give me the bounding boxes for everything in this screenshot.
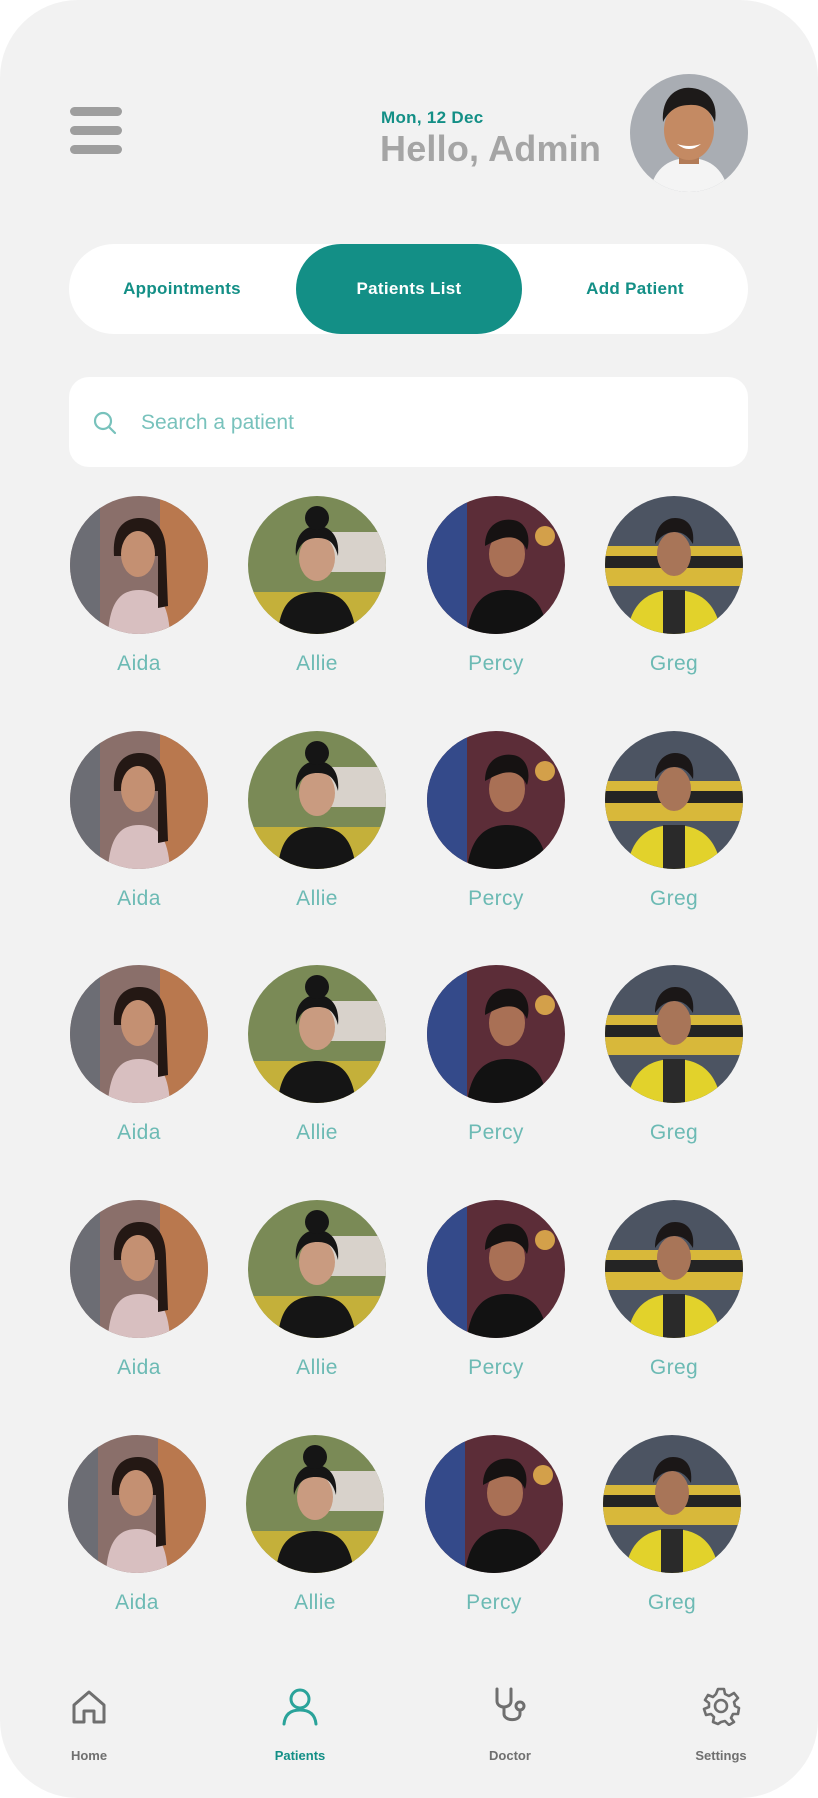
patient-name: Percy bbox=[466, 1591, 522, 1614]
patient-name: Allie bbox=[294, 1591, 336, 1614]
search-icon bbox=[93, 411, 117, 435]
segmented-tabs: Appointments Patients List Add Patient bbox=[69, 244, 748, 334]
greeting-title: Hello, Admin bbox=[380, 128, 602, 169]
patient-card[interactable]: Aida bbox=[59, 1200, 219, 1400]
patient-card[interactable]: Greg bbox=[594, 496, 754, 696]
patient-card[interactable]: Greg bbox=[592, 1435, 752, 1635]
patient-name: Greg bbox=[649, 652, 699, 675]
patient-card[interactable]: Aida bbox=[57, 1435, 217, 1635]
patient-name: Aida bbox=[117, 652, 161, 675]
patient-name: Allie bbox=[296, 887, 338, 910]
search-input[interactable] bbox=[139, 399, 723, 447]
patient-card[interactable]: Greg bbox=[594, 965, 754, 1165]
patient-avatar bbox=[70, 496, 208, 634]
patient-card[interactable]: Percy bbox=[414, 1435, 574, 1635]
patient-avatar bbox=[70, 731, 208, 869]
patient-avatar bbox=[425, 1435, 563, 1573]
patient-avatar bbox=[70, 965, 208, 1103]
search-bar bbox=[69, 377, 748, 467]
patient-card[interactable]: Percy bbox=[416, 496, 576, 696]
nav-doctor[interactable]: Doctor bbox=[450, 1682, 570, 1766]
patient-name: Greg bbox=[649, 1121, 699, 1144]
patient-avatar bbox=[427, 965, 565, 1103]
patient-avatar bbox=[427, 1200, 565, 1338]
patient-name: Greg bbox=[647, 1591, 697, 1614]
patient-avatar bbox=[248, 496, 386, 634]
patient-avatar bbox=[605, 496, 743, 634]
patient-name: Allie bbox=[296, 1121, 338, 1144]
patient-avatar bbox=[248, 1200, 386, 1338]
patient-card[interactable]: Allie bbox=[237, 731, 397, 931]
patient-avatar bbox=[68, 1435, 206, 1573]
patient-name: Aida bbox=[115, 1591, 159, 1614]
patient-avatar bbox=[605, 731, 743, 869]
patient-avatar bbox=[246, 1435, 384, 1573]
patient-name: Percy bbox=[468, 652, 524, 675]
patient-name: Aida bbox=[117, 1121, 161, 1144]
nav-settings-label: Settings bbox=[695, 1748, 747, 1763]
patient-name: Allie bbox=[296, 1356, 338, 1379]
patient-avatar bbox=[605, 1200, 743, 1338]
patient-card[interactable]: Percy bbox=[416, 731, 576, 931]
patient-card[interactable]: Aida bbox=[59, 731, 219, 931]
patient-card[interactable]: Aida bbox=[59, 496, 219, 696]
patient-card[interactable]: Allie bbox=[237, 1200, 397, 1400]
patient-name: Aida bbox=[117, 887, 161, 910]
patient-card[interactable]: Percy bbox=[416, 1200, 576, 1400]
patient-card[interactable]: Allie bbox=[237, 965, 397, 1165]
patient-avatar bbox=[427, 731, 565, 869]
patient-name: Greg bbox=[649, 1356, 699, 1379]
patient-name: Percy bbox=[468, 887, 524, 910]
patient-card[interactable]: Allie bbox=[237, 496, 397, 696]
hamburger-menu-icon[interactable] bbox=[70, 107, 122, 155]
patient-card[interactable]: Aida bbox=[59, 965, 219, 1165]
patient-card[interactable]: Allie bbox=[235, 1435, 395, 1635]
patient-card[interactable]: Percy bbox=[416, 965, 576, 1165]
nav-patients-label: Patients bbox=[274, 1748, 326, 1763]
home-icon bbox=[72, 1690, 106, 1724]
patient-avatar bbox=[248, 965, 386, 1103]
user-icon bbox=[282, 1688, 318, 1726]
current-date: Mon, 12 Dec bbox=[381, 108, 484, 127]
tab-patients-list[interactable]: Patients List bbox=[296, 244, 522, 334]
admin-avatar[interactable] bbox=[630, 74, 748, 192]
patient-name: Aida bbox=[117, 1356, 161, 1379]
gear-icon bbox=[702, 1687, 741, 1726]
patient-name: Percy bbox=[468, 1121, 524, 1144]
patient-name: Allie bbox=[296, 652, 338, 675]
patient-avatar bbox=[605, 965, 743, 1103]
nav-doctor-label: Doctor bbox=[489, 1748, 531, 1763]
patient-avatar bbox=[427, 496, 565, 634]
nav-patients[interactable]: Patients bbox=[240, 1682, 360, 1766]
patient-card[interactable]: Greg bbox=[594, 731, 754, 931]
nav-home-label: Home bbox=[70, 1748, 108, 1763]
stethoscope-icon bbox=[495, 1687, 526, 1722]
nav-settings[interactable]: Settings bbox=[661, 1682, 781, 1766]
patient-name: Percy bbox=[468, 1356, 524, 1379]
patient-avatar bbox=[603, 1435, 741, 1573]
app-screen: Mon, 12 Dec Hello, Admin Appointments Pa… bbox=[0, 0, 818, 1798]
patient-avatar bbox=[70, 1200, 208, 1338]
patient-avatar bbox=[248, 731, 386, 869]
tab-appointments[interactable]: Appointments bbox=[69, 244, 295, 334]
patient-card[interactable]: Greg bbox=[594, 1200, 754, 1400]
tab-add-patient[interactable]: Add Patient bbox=[522, 244, 748, 334]
patient-name: Greg bbox=[649, 887, 699, 910]
nav-home[interactable]: Home bbox=[29, 1682, 149, 1766]
